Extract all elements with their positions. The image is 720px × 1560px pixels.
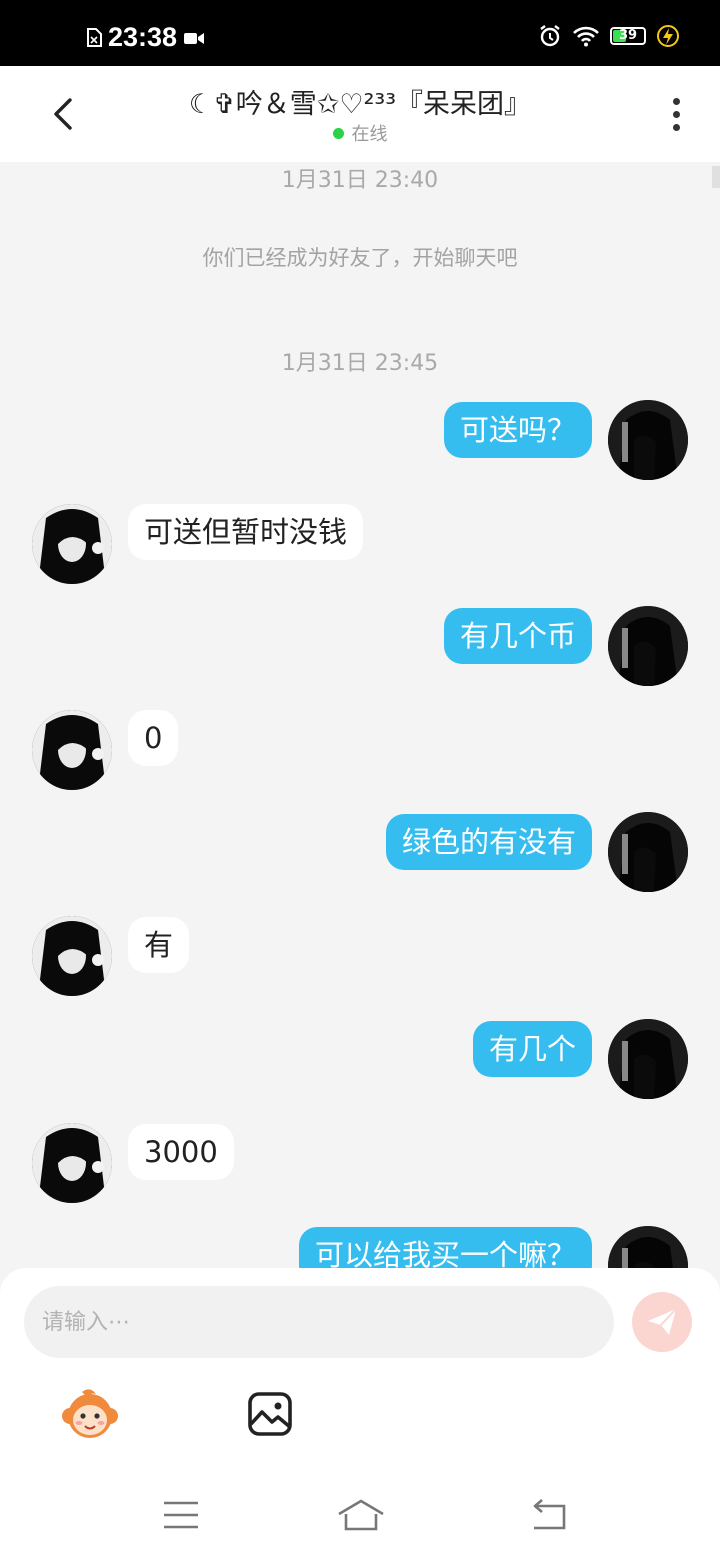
send-icon [648,1308,677,1335]
incoming-message[interactable]: 有 [128,917,190,973]
battery-icon: 39 [610,27,646,45]
my-avatar[interactable] [608,1019,688,1099]
chat-header: ☾✞吟＆雪✩♡²³³『呆呆团』 在线 [0,66,720,162]
presence-label: 在线 [351,124,388,145]
wifi-icon [573,26,599,47]
menu-icon [164,1501,198,1529]
message-input[interactable] [24,1286,614,1358]
outgoing-message[interactable]: 绿色的有没有 [385,814,592,870]
outgoing-message[interactable]: 有几个 [472,1021,592,1077]
incoming-message[interactable]: 0 [128,710,179,766]
image-icon [248,1392,292,1436]
composer-panel [0,1268,720,1560]
send-button[interactable] [632,1292,692,1352]
chat-title: ☾✞吟＆雪✩♡²³³『呆呆团』 [188,89,532,120]
home-icon [338,1499,384,1531]
contact-avatar[interactable] [32,504,112,584]
timestamp: 1月31日 23:45 [281,351,439,376]
return-icon [533,1499,566,1530]
system-back-button[interactable] [528,1498,568,1532]
recent-apps-button[interactable] [162,1500,200,1530]
status-time: 23:38 [108,22,178,52]
outgoing-message[interactable]: 有几个币 [443,608,592,664]
my-avatar[interactable] [608,1226,688,1268]
monkey-emoji-icon [62,1389,118,1438]
emoji-button[interactable] [60,1384,120,1444]
contact-avatar[interactable] [32,916,112,996]
chat-thread[interactable]: 1月31日 23:40 你们已经成为好友了，开始聊天吧 1月31日 23:45 … [0,162,720,1268]
alarm-icon [540,25,560,47]
my-avatar[interactable] [608,606,688,686]
status-bar: 23:38 39 [0,0,720,66]
video-camera-icon [184,32,205,44]
sim-card-icon [87,27,102,47]
presence-status: 在线 [0,120,720,146]
system-message: 你们已经成为好友了，开始聊天吧 [202,246,518,270]
my-avatar[interactable] [608,812,688,892]
image-button[interactable] [246,1390,294,1438]
outgoing-message[interactable]: 可以给我买一个嘛？ [298,1227,592,1268]
online-dot [332,127,344,139]
battery-level: 39 [618,28,638,43]
my-avatar[interactable] [608,400,688,480]
home-button[interactable] [336,1498,386,1532]
more-options-button[interactable] [666,94,686,134]
contact-avatar[interactable] [32,1123,112,1203]
incoming-message[interactable]: 3000 [128,1124,234,1180]
charging-icon [657,25,679,47]
contact-avatar[interactable] [32,710,112,790]
timestamp: 1月31日 23:40 [281,168,439,193]
system-nav-bar [0,1480,720,1560]
outgoing-message[interactable]: 可送吗？ [443,402,592,458]
incoming-message[interactable]: 可送但暂时没钱 [128,504,364,560]
